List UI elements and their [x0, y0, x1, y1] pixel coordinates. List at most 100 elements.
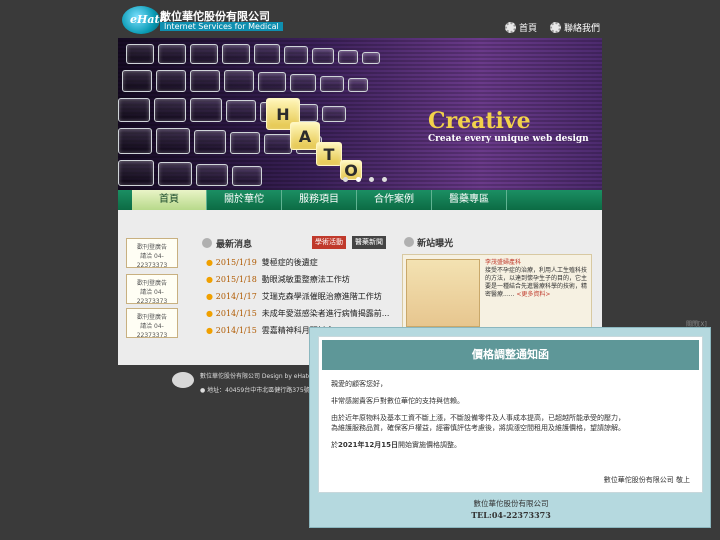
keyboard-key	[322, 106, 346, 122]
keyboard-key	[126, 44, 154, 64]
new-site-name: 李茂盛婦產科	[485, 259, 522, 266]
company-logo[interactable]: eHato 數位華佗股份有限公司 Internet Services for M…	[122, 6, 283, 34]
new-site-text: 李茂盛婦產科 接受不孕症的治療，利用人工生殖科技的方法，以達到懷孕生子的目的，它…	[485, 259, 589, 299]
notice-body-line1: 由於近年原物料及基本工資不斷上漲，不斷設備零件及人事成本提高，已超越所能承受的壓…	[331, 414, 625, 422]
price-notice-popup: 價格調整通知函 親愛的顧客您好， 非常感謝貴客戶對數位華佗的支持與信賴。 由於近…	[309, 327, 711, 528]
slide-indicators	[343, 177, 387, 182]
news-text: 艾瑞克森學派催眠治療進階工作坊	[261, 292, 382, 301]
news-item[interactable]: ● 2015/1/19 雙極症的後遺症	[206, 257, 318, 268]
keyboard-key	[254, 44, 280, 64]
notice-effective: 於2021年12月15日開始實施價格調整。	[331, 440, 693, 450]
news-item[interactable]: ● 2014/1/17 艾瑞克森學派催眠治療進階工作坊	[206, 291, 382, 302]
notice-thanks: 非常感謝貴客戶對數位華佗的支持與信賴。	[331, 397, 464, 405]
banner-key-t: T	[316, 142, 342, 166]
keyboard-key	[258, 72, 286, 92]
ad-line1: 歡刊登廣告	[136, 280, 167, 287]
keyboard-key	[122, 70, 152, 92]
notice-reason: 由於近年原物料及基本工資不斷上漲，不斷設備零件及人事成本提高，已超越所能承受的壓…	[331, 413, 693, 433]
keyboard-key	[232, 166, 262, 186]
footer-company: 數位華佗股份有限公司 Design by eHato,	[200, 373, 314, 380]
news-text: 未成年愛滋感染者進行病情揭露前...	[261, 309, 390, 318]
footer-logo-icon	[172, 372, 194, 388]
ad-box[interactable]: 歡刊登廣告 請洽 04-22373373	[126, 238, 178, 269]
globe-icon	[202, 238, 212, 248]
page: eHato 數位華佗股份有限公司 Internet Services for M…	[0, 0, 720, 540]
ad-line2: 請洽 04-22373373	[136, 253, 168, 269]
company-tagline: Internet Services for Medical	[160, 22, 283, 31]
bullet-icon: ●	[206, 309, 216, 318]
slide-dot[interactable]	[369, 177, 374, 182]
hero-banner[interactable]: HATO Creative Create every unique web de…	[118, 38, 602, 190]
gear-icon	[505, 22, 516, 33]
contact-link[interactable]: 聯絡我們	[550, 21, 600, 34]
news-text: 動眼減敏重整療法工作坊	[261, 275, 350, 284]
keyboard-key	[230, 132, 260, 154]
nav-item-home[interactable]: 首頁	[132, 190, 207, 210]
keyboard-key	[348, 78, 368, 92]
keyboard-key	[264, 134, 292, 154]
keyboard-key	[194, 130, 226, 154]
keyboard-key	[320, 76, 344, 92]
notice-tel: TEL:04-22373373	[471, 510, 551, 520]
new-site-title: 新站曝光	[417, 239, 454, 249]
keyboard-key	[190, 44, 218, 64]
nav-item-about[interactable]: 關於華佗	[207, 190, 282, 210]
new-site-panel: 李茂盛婦產科 接受不孕症的治療，利用人工生殖科技的方法，以達到懷孕生子的目的，它…	[402, 254, 592, 330]
ad-box[interactable]: 歡刊登廣告 請洽 04-22373373	[126, 308, 178, 339]
ad-line1: 歡刊登廣告	[136, 314, 167, 321]
tab-academic[interactable]: 學術活動	[312, 236, 346, 249]
keyboard-key	[290, 74, 316, 92]
home-link[interactable]: 首頁	[505, 21, 537, 34]
bullet-icon: ●	[206, 292, 216, 301]
site-thumbnail[interactable]	[406, 259, 480, 327]
notice-card: 價格調整通知函 親愛的顧客您好， 非常感謝貴客戶對數位華佗的支持與信賴。 由於近…	[318, 336, 703, 493]
news-header: 最新消息 學術活動 醫藥新聞	[202, 236, 392, 250]
slide-dot[interactable]	[382, 177, 387, 182]
logo-mark-icon: eHato	[122, 6, 167, 34]
keyboard-key	[312, 48, 334, 64]
keyboard-key	[196, 164, 228, 186]
news-title: 最新消息	[216, 240, 253, 250]
keyboard-key	[338, 50, 358, 64]
keyboard-key	[224, 70, 254, 92]
banner-subheadline: Create every unique web design	[428, 134, 589, 144]
slide-dot[interactable]	[343, 177, 348, 182]
news-date: 2014/1/15	[215, 326, 257, 335]
nav-item-services[interactable]: 服務項目	[282, 190, 357, 210]
bullet-icon: ●	[206, 326, 216, 335]
news-text: 雙極症的後遺症	[261, 258, 318, 267]
banner-headline: Creative	[428, 108, 531, 134]
bullet-icon: ●	[206, 258, 216, 267]
notice-company: 數位華佗股份有限公司	[473, 499, 549, 508]
ad-box[interactable]: 歡刊登廣告 請洽 04-22373373	[126, 274, 178, 305]
footer-address: ● 地址：40459台中市北區健行路375號	[200, 387, 310, 394]
notice-signature: 數位華佗股份有限公司 敬上	[603, 476, 690, 484]
notice-body-line2: 為維護服務品質，確保客戶權益，經審慎評估考慮後，將調漲空間租用及維護價格，望請諒…	[331, 424, 625, 432]
keyboard-key	[118, 160, 154, 186]
notice-effective-pre: 於	[331, 441, 338, 449]
main-nav: 首頁 關於華佗 服務項目 合作案例 醫藥專區	[118, 190, 602, 210]
bullet-icon: ●	[206, 275, 216, 284]
slide-dot[interactable]	[356, 177, 361, 182]
keyboard-key	[154, 98, 186, 122]
nav-item-cases[interactable]: 合作案例	[357, 190, 432, 210]
notice-effective-date: 2021年12月15日	[338, 441, 398, 449]
news-item[interactable]: ● 2015/1/18 動眼減敏重整療法工作坊	[206, 274, 350, 285]
new-site-header: 新站曝光	[404, 236, 453, 249]
news-date: 2014/1/15	[215, 309, 257, 318]
news-date: 2015/1/18	[215, 275, 257, 284]
nav-item-medical[interactable]: 醫藥專區	[432, 190, 507, 210]
contact-link-label: 聯絡我們	[564, 24, 601, 34]
tab-medical-news[interactable]: 醫藥新聞	[352, 236, 386, 249]
more-link[interactable]: <更多資料>	[516, 291, 550, 298]
keyboard-key	[158, 162, 192, 186]
keyboard-key	[158, 44, 186, 64]
news-item[interactable]: ● 2014/1/15 未成年愛滋感染者進行病情揭露前...	[206, 308, 389, 319]
ad-line2: 請洽 04-22373373	[136, 289, 168, 305]
home-link-label: 首頁	[519, 24, 538, 34]
keyboard-key	[190, 70, 220, 92]
notice-title: 價格調整通知函	[322, 340, 699, 370]
keyboard-key	[156, 70, 186, 92]
globe-icon	[404, 237, 414, 247]
notice-greeting: 親愛的顧客您好，	[331, 380, 387, 388]
